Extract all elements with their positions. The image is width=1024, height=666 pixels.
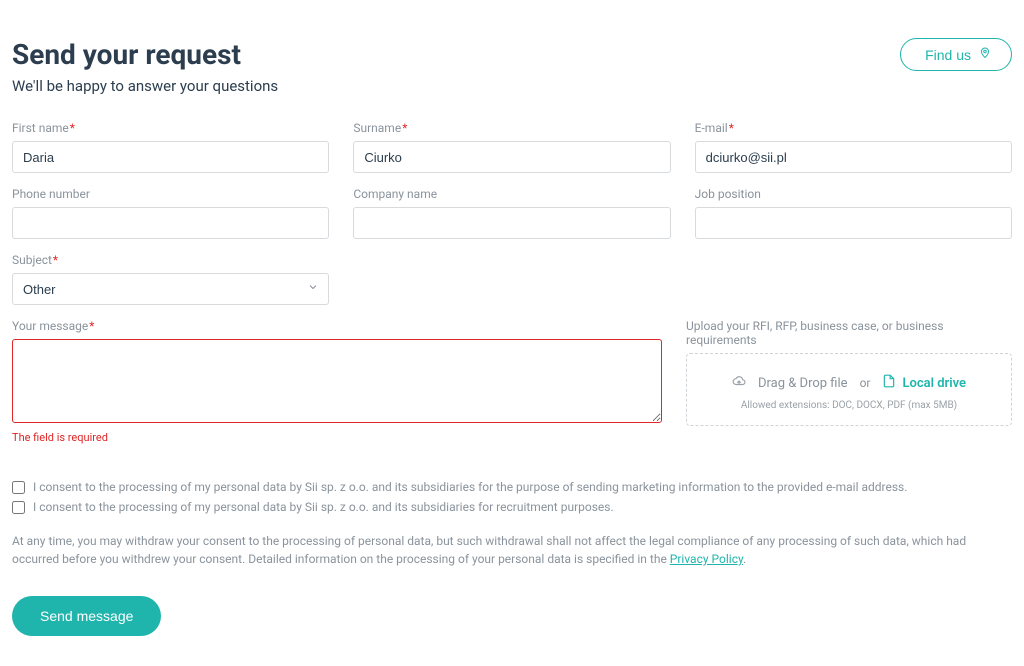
upload-label: Upload your RFI, RFP, business case, or … (686, 319, 1012, 347)
subject-label: Subject* (12, 253, 329, 267)
map-pin-icon (979, 45, 991, 64)
first-name-label: First name* (12, 121, 329, 135)
subject-select[interactable]: Other (12, 273, 329, 305)
company-input[interactable] (353, 207, 670, 239)
phone-input[interactable] (12, 207, 329, 239)
surname-input[interactable] (353, 141, 670, 173)
message-error: The field is required (12, 431, 662, 444)
email-input[interactable] (695, 141, 1012, 173)
job-input[interactable] (695, 207, 1012, 239)
upload-dropzone[interactable]: Drag & Drop file or Local drive Allowed … (686, 353, 1012, 426)
local-drive-button[interactable]: Local drive (882, 374, 966, 392)
message-textarea[interactable] (12, 339, 662, 423)
find-us-button[interactable]: Find us (900, 38, 1012, 71)
upload-allowed-text: Allowed extensions: DOC, DOCX, PDF (max … (697, 400, 1001, 411)
consent-marketing-text: I consent to the processing of my person… (33, 480, 907, 494)
company-label: Company name (353, 187, 670, 201)
phone-label: Phone number (12, 187, 329, 201)
consent-recruitment-text: I consent to the processing of my person… (33, 500, 614, 514)
page-subtitle: We'll be happy to answer your questions (12, 77, 278, 95)
file-icon (882, 374, 896, 392)
job-label: Job position (695, 187, 1012, 201)
send-message-button[interactable]: Send message (12, 596, 161, 636)
upload-cloud-icon (732, 374, 746, 392)
message-label: Your message* (12, 319, 662, 333)
page-title: Send your request (12, 38, 278, 71)
email-label: E-mail* (695, 121, 1012, 135)
upload-or-text: or (860, 376, 871, 390)
disclaimer-text: At any time, you may withdraw your conse… (12, 532, 1012, 568)
find-us-label: Find us (925, 47, 971, 63)
privacy-policy-link[interactable]: Privacy Policy (670, 552, 743, 566)
surname-label: Surname* (353, 121, 670, 135)
consent-marketing-checkbox[interactable] (12, 481, 25, 494)
upload-drag-text: Drag & Drop file (758, 376, 848, 391)
first-name-input[interactable] (12, 141, 329, 173)
consent-recruitment-checkbox[interactable] (12, 501, 25, 514)
